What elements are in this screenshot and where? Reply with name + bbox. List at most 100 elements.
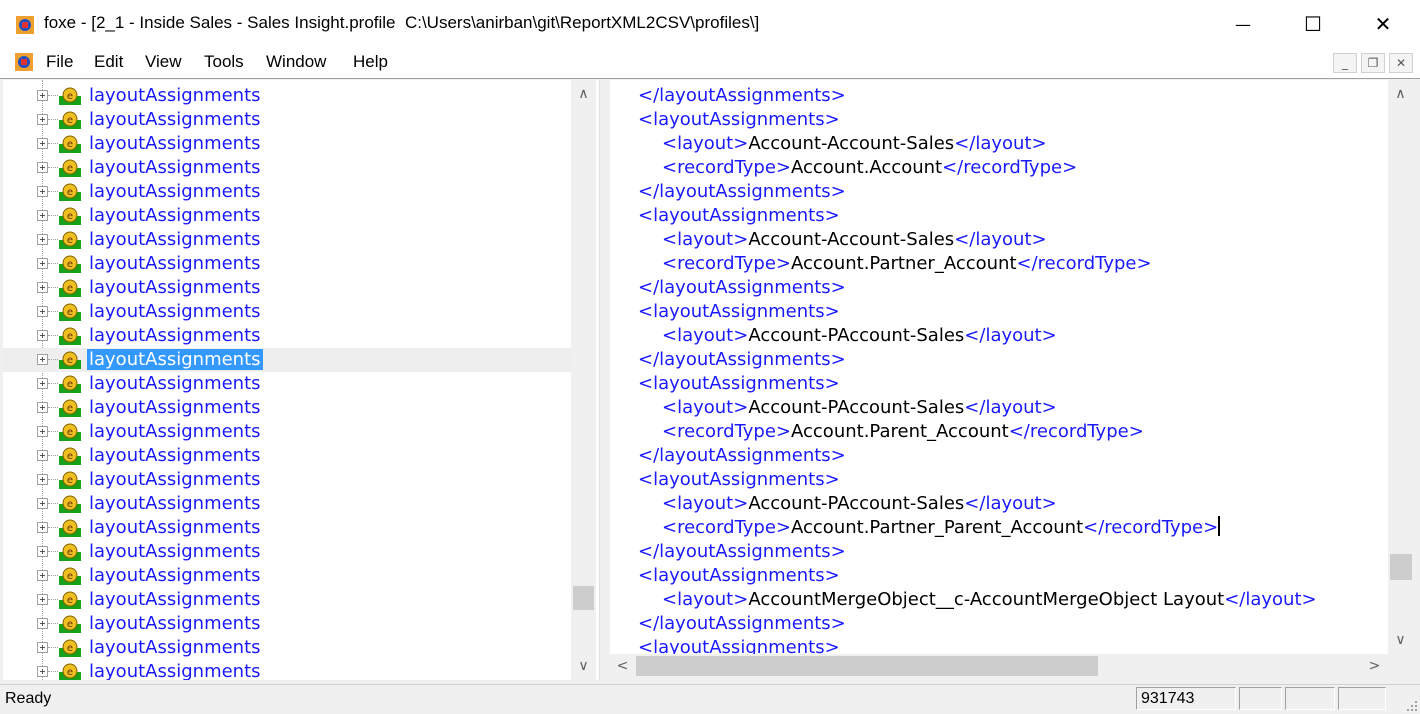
- window-close-button[interactable]: ✕: [1348, 0, 1418, 48]
- expand-plus-icon[interactable]: [37, 210, 48, 221]
- xml-source-line[interactable]: <layout>Account-Account-Sales</layout>: [662, 228, 1047, 252]
- tree-node-row[interactable]: e layoutAssignments: [3, 516, 571, 540]
- xml-source-line[interactable]: <layout>Account-PAccount-Sales</layout>: [662, 324, 1057, 348]
- foxe-app-icon[interactable]: [14, 14, 36, 36]
- scroll-right-arrow-icon[interactable]: >: [1362, 654, 1387, 678]
- tree-node-row[interactable]: e layoutAssignments: [3, 276, 571, 300]
- xml-source-line[interactable]: <layout>Account-PAccount-Sales</layout>: [662, 396, 1057, 420]
- tree-node-row[interactable]: e layoutAssignments: [3, 444, 571, 468]
- menu-edit[interactable]: Edit: [94, 52, 123, 72]
- xml-source-line[interactable]: <layoutAssignments>: [638, 372, 840, 396]
- expand-plus-icon[interactable]: [37, 618, 48, 629]
- expand-plus-icon[interactable]: [37, 306, 48, 317]
- tree-vertical-scrollbar[interactable]: ∧ ∨: [571, 80, 596, 680]
- xml-source-line[interactable]: <recordType>Account.Parent_Account</reco…: [662, 420, 1144, 444]
- xml-source-line[interactable]: <recordType>Account.Partner_Account</rec…: [662, 252, 1152, 276]
- xml-source-line[interactable]: <layout>Account-Account-Sales</layout>: [662, 132, 1047, 156]
- tree-node-row[interactable]: e layoutAssignments: [3, 228, 571, 252]
- tree-node-row[interactable]: e layoutAssignments: [3, 84, 571, 108]
- tree-node-row[interactable]: e layoutAssignments: [3, 540, 571, 564]
- tree-node-row[interactable]: e layoutAssignments: [3, 180, 571, 204]
- tree-node-row[interactable]: e layoutAssignments: [3, 468, 571, 492]
- xml-source-line[interactable]: </layoutAssignments>: [638, 180, 846, 204]
- tree-node-row[interactable]: e layoutAssignments: [3, 636, 571, 660]
- expand-plus-icon[interactable]: [37, 138, 48, 149]
- tree-node-row[interactable]: e layoutAssignments: [3, 612, 571, 636]
- tree-node-row[interactable]: e layoutAssignments: [3, 588, 571, 612]
- expand-plus-icon[interactable]: [37, 162, 48, 173]
- tree-node-row[interactable]: e layoutAssignments: [3, 660, 571, 680]
- expand-plus-icon[interactable]: [37, 546, 48, 557]
- xml-source-line[interactable]: </layoutAssignments>: [638, 276, 846, 300]
- tree-node-row[interactable]: e layoutAssignments: [3, 564, 571, 588]
- expand-plus-icon[interactable]: [37, 234, 48, 245]
- xml-source-line[interactable]: <recordType>Account.Partner_Parent_Accou…: [662, 516, 1221, 540]
- xml-source-editor[interactable]: </layoutAssignments> <layoutAssignments> <…: [610, 80, 1388, 654]
- xml-source-line[interactable]: <layoutAssignments>: [638, 108, 840, 132]
- expand-plus-icon[interactable]: [37, 114, 48, 125]
- scroll-down-arrow-icon[interactable]: ∨: [571, 654, 596, 678]
- xml-source-line[interactable]: <layoutAssignments>: [638, 204, 840, 228]
- expand-plus-icon[interactable]: [37, 426, 48, 437]
- tree-node-row[interactable]: e layoutAssignments: [3, 324, 571, 348]
- resize-grip-icon[interactable]: [1406, 700, 1418, 712]
- scroll-left-arrow-icon[interactable]: <: [610, 654, 635, 678]
- window-maximize-button[interactable]: ☐: [1278, 0, 1348, 48]
- xml-source-line[interactable]: <layoutAssignments>: [638, 468, 840, 492]
- xml-tree-view[interactable]: e layoutAssignments e layoutAssignments e lay…: [3, 80, 599, 680]
- tree-node-row[interactable]: e layoutAssignments: [3, 156, 571, 180]
- xml-source-line[interactable]: <layout>Account-PAccount-Sales</layout>: [662, 492, 1057, 516]
- expand-plus-icon[interactable]: [37, 90, 48, 101]
- tree-node-row[interactable]: e layoutAssignments: [3, 300, 571, 324]
- xml-source-line[interactable]: <layoutAssignments>: [638, 636, 840, 654]
- xml-source-line[interactable]: </layoutAssignments>: [638, 444, 846, 468]
- tree-node-row[interactable]: e layoutAssignments: [3, 372, 571, 396]
- xml-source-line[interactable]: </layoutAssignments>: [638, 612, 846, 636]
- expand-plus-icon[interactable]: [37, 522, 48, 533]
- menu-tools[interactable]: Tools: [204, 52, 244, 72]
- tree-scrollbar-thumb[interactable]: [573, 586, 594, 610]
- expand-plus-icon[interactable]: [37, 258, 48, 269]
- tree-node-row[interactable]: e layoutAssignments: [3, 348, 571, 372]
- editor-hscroll-thumb[interactable]: [636, 656, 1098, 676]
- mdi-minimize-button[interactable]: _: [1333, 53, 1357, 73]
- expand-plus-icon[interactable]: [37, 594, 48, 605]
- editor-vertical-scrollbar[interactable]: ∧ ∨: [1388, 80, 1414, 654]
- mdi-close-button[interactable]: ✕: [1389, 53, 1413, 73]
- expand-plus-icon[interactable]: [37, 186, 48, 197]
- pane-splitter[interactable]: [599, 80, 610, 680]
- expand-plus-icon[interactable]: [37, 474, 48, 485]
- mdi-restore-button[interactable]: ❐: [1361, 53, 1385, 73]
- menu-file[interactable]: File: [46, 52, 73, 72]
- scroll-down-arrow-icon[interactable]: ∨: [1388, 628, 1413, 652]
- editor-horizontal-scrollbar[interactable]: < >: [610, 654, 1388, 678]
- xml-source-line[interactable]: <layoutAssignments>: [638, 300, 840, 324]
- editor-vscroll-thumb[interactable]: [1390, 554, 1412, 580]
- tree-node-row[interactable]: e layoutAssignments: [3, 420, 571, 444]
- menu-window[interactable]: Window: [266, 52, 326, 72]
- tree-node-row[interactable]: e layoutAssignments: [3, 492, 571, 516]
- xml-source-line[interactable]: <layoutAssignments>: [638, 564, 840, 588]
- expand-plus-icon[interactable]: [37, 498, 48, 509]
- expand-plus-icon[interactable]: [37, 642, 48, 653]
- tree-node-row[interactable]: e layoutAssignments: [3, 252, 571, 276]
- xml-source-line[interactable]: </layoutAssignments>: [638, 540, 846, 564]
- expand-plus-icon[interactable]: [37, 378, 48, 389]
- xml-source-line[interactable]: </layoutAssignments>: [638, 84, 846, 108]
- expand-plus-icon[interactable]: [37, 354, 48, 365]
- tree-node-row[interactable]: e layoutAssignments: [3, 108, 571, 132]
- expand-plus-icon[interactable]: [37, 282, 48, 293]
- menu-help[interactable]: Help: [353, 52, 388, 72]
- expand-plus-icon[interactable]: [37, 570, 48, 581]
- xml-source-line[interactable]: <layout>AccountMergeObject__c-AccountMer…: [662, 588, 1317, 612]
- expand-plus-icon[interactable]: [37, 402, 48, 413]
- xml-source-line[interactable]: <recordType>Account.Account</recordType>: [662, 156, 1077, 180]
- expand-plus-icon[interactable]: [37, 330, 48, 341]
- window-minimize-button[interactable]: —: [1208, 0, 1278, 48]
- tree-node-row[interactable]: e layoutAssignments: [3, 204, 571, 228]
- scroll-up-arrow-icon[interactable]: ∧: [1388, 82, 1413, 106]
- title-bar[interactable]: foxe - [2_1 - Inside Sales - Sales Insig…: [0, 0, 1420, 48]
- document-system-menu-icon[interactable]: [13, 51, 35, 73]
- menu-view[interactable]: View: [145, 52, 182, 72]
- tree-node-row[interactable]: e layoutAssignments: [3, 132, 571, 156]
